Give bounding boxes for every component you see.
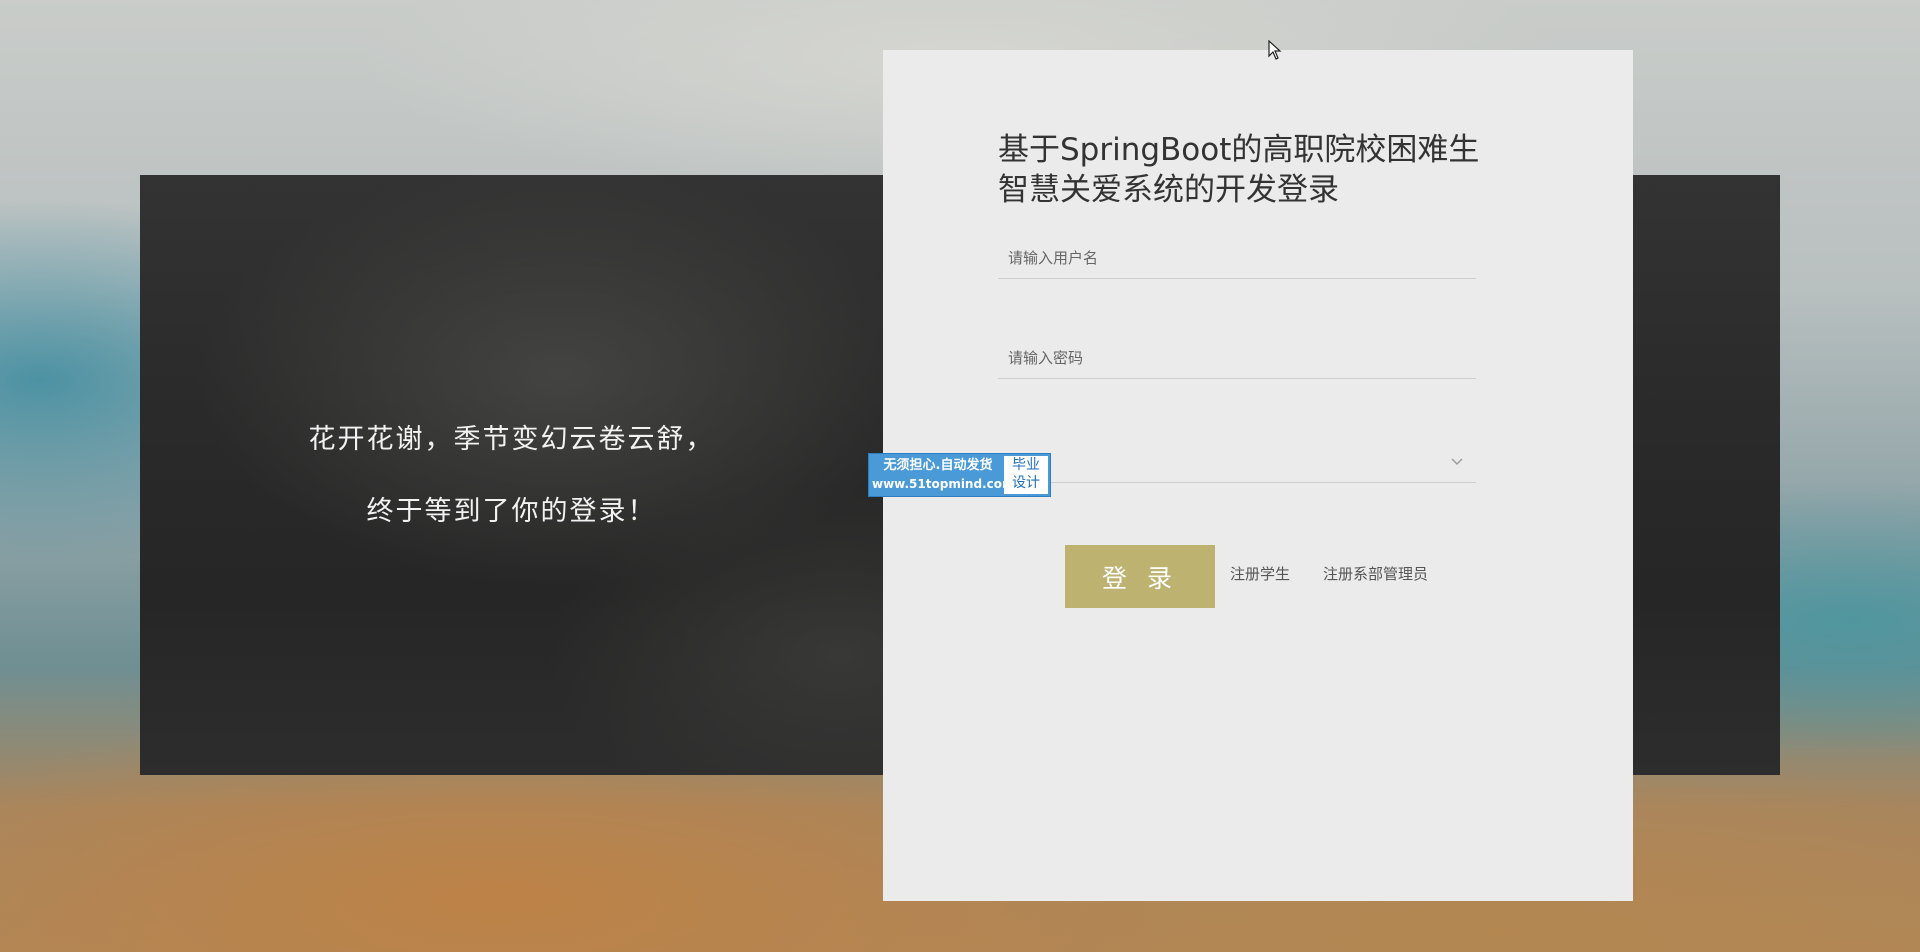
password-input[interactable] (998, 338, 1476, 378)
role-select[interactable]: 角色 (998, 442, 1476, 483)
chevron-down-icon (1451, 458, 1463, 465)
watermark-url: www.51topmind.com (872, 477, 1015, 491)
register-student-link[interactable]: 注册学生 (1230, 563, 1290, 584)
slogan-line-1: 花开花谢，季节变幻云卷云舒， (308, 424, 715, 455)
watermark-text: 无须担心.自动发货 www.51topmind.com (872, 457, 1015, 493)
mouse-cursor-icon (1268, 40, 1282, 60)
watermark-line-1: 无须担心.自动发货 (883, 458, 993, 473)
watermark-box-line-2: 设计 (1012, 475, 1040, 491)
watermark-box: 毕业 设计 (1004, 456, 1048, 494)
login-button[interactable]: 登 录 (1065, 545, 1215, 608)
watermark-box-line-1: 毕业 (1012, 457, 1040, 473)
password-field-wrapper (998, 338, 1476, 379)
register-admin-link[interactable]: 注册系部管理员 (1323, 563, 1428, 584)
watermark-badge: 无须担心.自动发货 www.51topmind.com 毕业 设计 (868, 453, 1051, 497)
username-field-wrapper (998, 238, 1476, 279)
slogan-line-2: 终于等到了你的登录！ (366, 496, 657, 527)
username-input[interactable] (998, 238, 1476, 278)
page-title: 基于SpringBoot的高职院校困难生智慧关爱系统的开发登录 (998, 132, 1480, 208)
slogan: 花开花谢，季节变幻云卷云舒， 终于等到了你的登录！ (140, 175, 883, 775)
